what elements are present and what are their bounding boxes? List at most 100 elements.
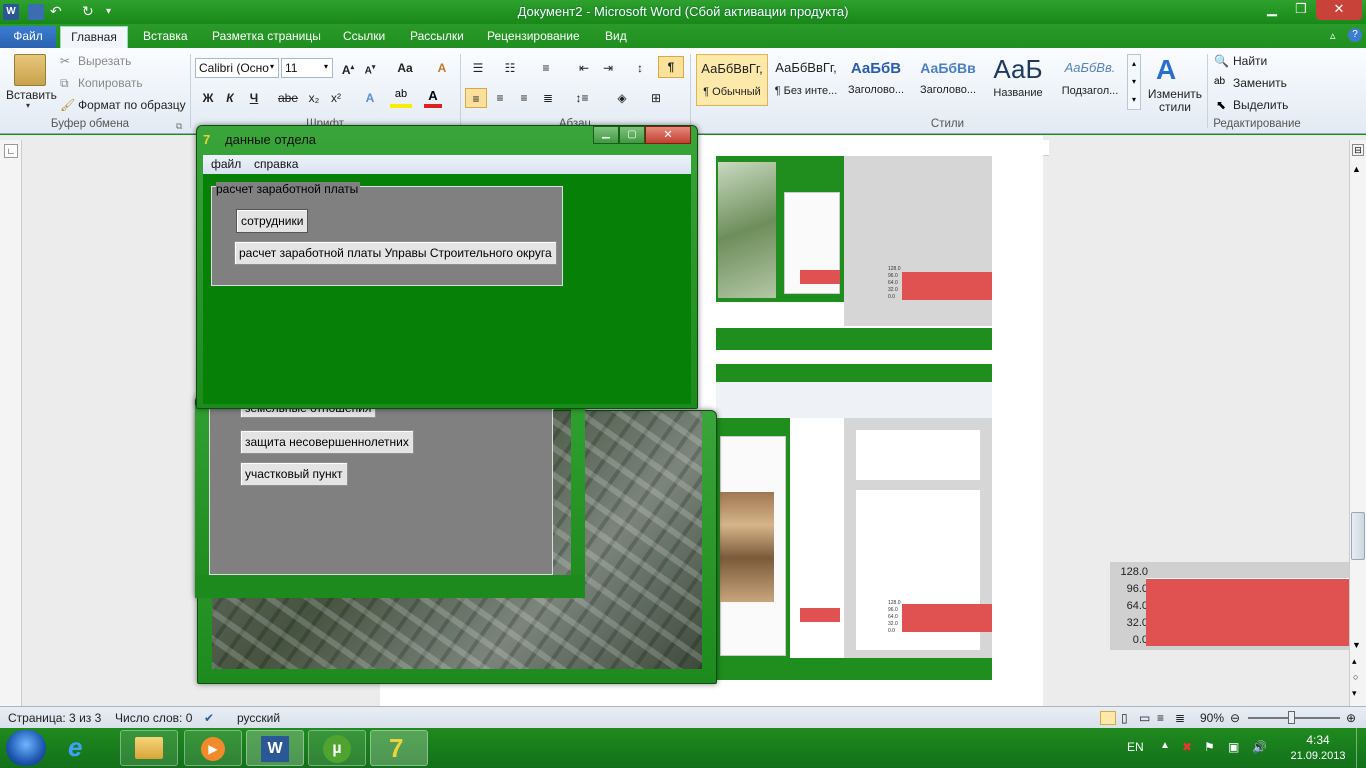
highlight-icon[interactable]: ab [390, 88, 412, 108]
zoom-out-icon[interactable]: ⊖ [1230, 711, 1240, 725]
scroll-thumb[interactable] [1351, 512, 1365, 560]
word-count[interactable]: Число слов: 0 [115, 711, 192, 725]
tab-file[interactable]: Файл [0, 26, 56, 48]
increase-indent-icon[interactable]: ⇥ [598, 58, 618, 78]
utorrent-taskbar-button[interactable]: µ [308, 730, 366, 766]
change-case-icon[interactable]: Aa [392, 58, 418, 78]
clock-time[interactable]: 4:34 [1290, 733, 1346, 747]
italic-icon[interactable]: К [220, 88, 240, 108]
underline-icon[interactable]: Ч [244, 88, 264, 108]
find-button[interactable]: Найти [1233, 54, 1267, 68]
clock-date[interactable]: 21.09.2013 [1282, 750, 1354, 762]
employees-button[interactable]: сотрудники [236, 209, 309, 233]
tab-selector-icon[interactable]: ∟ [4, 144, 18, 158]
browse-object-icon[interactable]: ○ [1353, 672, 1358, 682]
app-window-front[interactable]: 7 данные отдела ▁ ▢ ✕ файл справка расче… [196, 125, 698, 409]
font-color-icon[interactable]: A [424, 88, 442, 108]
change-styles-button[interactable]: Изменить стили [1147, 88, 1203, 114]
numbering-icon[interactable]: ☷ [500, 58, 520, 78]
delphi-app-taskbar-button[interactable]: 7 [370, 730, 428, 766]
vertical-ruler[interactable]: ∟ [0, 140, 22, 706]
ruler-toggle-icon[interactable]: ⊟ [1352, 144, 1364, 156]
show-desktop-button[interactable] [1356, 728, 1366, 768]
style-normal[interactable]: АаБбВвГг, ¶ Обычный [696, 54, 768, 106]
word-taskbar-button[interactable]: W [246, 730, 304, 766]
tab-page-layout[interactable]: Разметка страницы [212, 26, 321, 48]
superscript-icon[interactable]: x² [326, 88, 346, 108]
previous-page-icon[interactable]: ▴ [1352, 656, 1357, 667]
spellcheck-icon[interactable]: ✔ [204, 711, 214, 725]
page-indicator[interactable]: Страница: 3 из 3 [8, 711, 101, 725]
bold-icon[interactable]: Ж [198, 88, 218, 108]
app-minimize-button[interactable]: ▁ [593, 126, 619, 144]
strikethrough-icon[interactable]: abe [278, 88, 298, 108]
font-name-box[interactable]: Calibri (Осно [195, 58, 279, 78]
style-heading-2[interactable]: АаБбВв Заголово... [912, 54, 984, 106]
app-maximize-button[interactable]: ▢ [619, 126, 645, 144]
scroll-down-icon[interactable]: ▼ [1352, 640, 1361, 650]
replace-button[interactable]: Заменить [1233, 76, 1287, 90]
internet-explorer-icon[interactable]: e [68, 732, 82, 763]
tray-expand-icon[interactable]: ▲ [1160, 740, 1170, 751]
network-icon[interactable]: ▣ [1228, 740, 1239, 754]
tab-view[interactable]: Вид [605, 26, 627, 48]
style-title[interactable]: АаБ Название [982, 54, 1054, 106]
minors-protection-button[interactable]: защита несовершеннолетних [240, 430, 414, 454]
tab-home[interactable]: Главная [60, 26, 128, 48]
minimize-ribbon-icon[interactable]: ▵ [1330, 29, 1336, 42]
style-no-spacing[interactable]: АаБбВвГг, ¶ Без инте... [770, 54, 842, 106]
style-heading-1[interactable]: АаБбВ Заголово... [840, 54, 912, 106]
sort-icon[interactable]: ↕ [630, 58, 650, 78]
next-page-icon[interactable]: ▾ [1352, 688, 1357, 699]
align-right-icon[interactable]: ≡ [514, 88, 534, 108]
copy-button[interactable]: Копировать [78, 76, 143, 90]
paste-icon[interactable] [14, 54, 46, 86]
tab-insert[interactable]: Вставка [143, 26, 188, 48]
app-icon[interactable]: 7 [203, 132, 219, 148]
zoom-slider-thumb[interactable] [1288, 711, 1295, 724]
web-layout-icon[interactable]: ▭ [1139, 711, 1150, 725]
menu-file[interactable]: файл [211, 157, 241, 171]
tab-review[interactable]: Рецензирование [487, 26, 580, 48]
language-tray[interactable]: EN [1127, 740, 1144, 754]
decrease-indent-icon[interactable]: ⇤ [574, 58, 594, 78]
text-effects-icon[interactable]: A [360, 88, 380, 108]
draft-icon[interactable]: ≣ [1175, 711, 1185, 725]
subscript-icon[interactable]: x₂ [304, 88, 324, 108]
full-screen-reading-icon[interactable]: ▯ [1121, 711, 1128, 725]
font-size-dropdown-icon[interactable]: ▾ [324, 62, 328, 71]
borders-icon[interactable]: ⊞ [646, 88, 666, 108]
outline-icon[interactable]: ≡ [1157, 711, 1164, 725]
shrink-font-icon[interactable]: A▾ [360, 58, 380, 78]
start-button[interactable] [6, 730, 46, 766]
grow-font-icon[interactable]: A▴ [338, 58, 358, 78]
multilevel-list-icon[interactable]: ≡ [536, 58, 556, 78]
paste-dropdown-icon[interactable]: ▾ [26, 101, 30, 110]
explorer-taskbar-button[interactable] [120, 730, 178, 766]
scroll-up-icon[interactable]: ▲ [1352, 164, 1361, 174]
font-name-dropdown-icon[interactable]: ▾ [270, 62, 274, 71]
salary-calc-button[interactable]: расчет заработной платы Управы Строитель… [234, 241, 557, 265]
paste-button[interactable]: Вставить [6, 88, 57, 102]
media-player-taskbar-button[interactable]: ▶ [184, 730, 242, 766]
shading-icon[interactable]: ◈ [612, 88, 632, 108]
network-warning-icon[interactable]: ✖ [1182, 740, 1192, 754]
tab-references[interactable]: Ссылки [343, 26, 385, 48]
clipboard-launcher-icon[interactable]: ⧉ [176, 121, 182, 132]
style-subtitle[interactable]: АаБбВв. Подзагол... [1054, 54, 1126, 106]
align-center-icon[interactable]: ≡ [490, 88, 510, 108]
help-icon[interactable]: ? [1348, 28, 1362, 42]
justify-icon[interactable]: ≣ [538, 88, 558, 108]
align-left-icon[interactable]: ≡ [465, 88, 487, 108]
clear-formatting-icon[interactable]: A [432, 58, 452, 78]
zoom-in-icon[interactable]: ⊕ [1346, 711, 1356, 725]
line-spacing-icon[interactable]: ↕≡ [572, 88, 592, 108]
styles-scroll-icon[interactable]: ▴ ▾ ▾ [1127, 54, 1141, 110]
cut-button[interactable]: Вырезать [78, 54, 131, 68]
volume-icon[interactable]: 🔊 [1252, 740, 1267, 754]
action-center-icon[interactable]: ⚑ [1204, 740, 1215, 754]
format-painter-button[interactable]: Формат по образцу [78, 98, 186, 112]
tab-mailings[interactable]: Рассылки [410, 26, 464, 48]
maximize-button[interactable]: ❐ [1288, 0, 1314, 20]
select-button[interactable]: Выделить [1233, 98, 1288, 112]
